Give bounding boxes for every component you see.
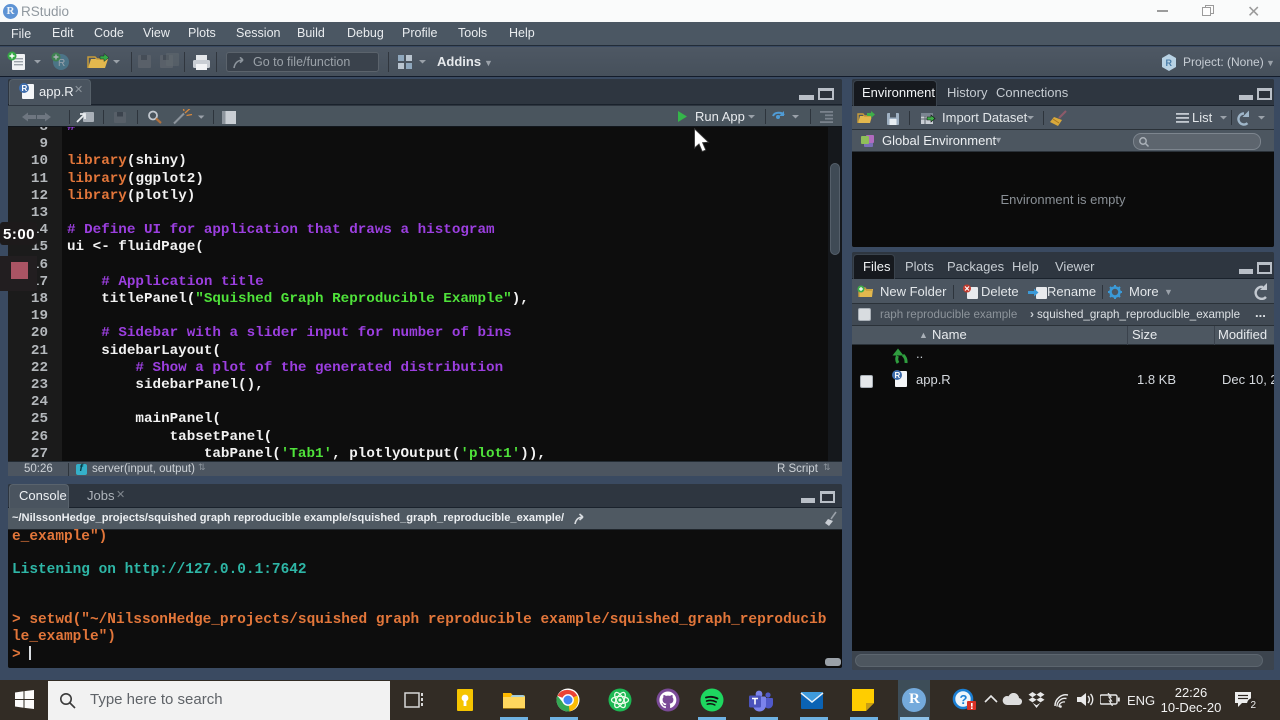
svg-text:R: R bbox=[1166, 58, 1173, 68]
svg-text:?: ? bbox=[960, 692, 968, 707]
svg-text:2: 2 bbox=[1251, 700, 1257, 711]
